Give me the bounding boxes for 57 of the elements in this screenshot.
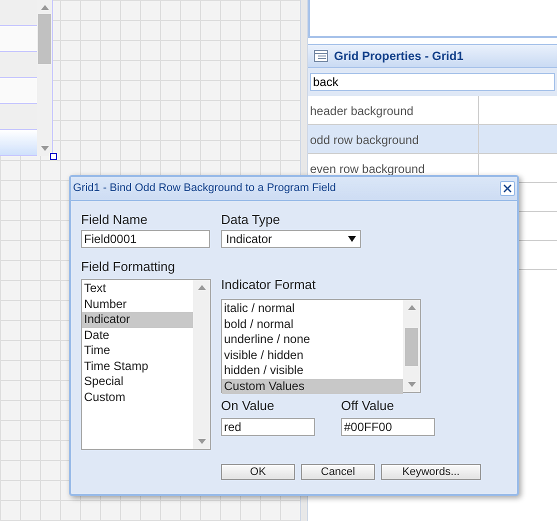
field-label: Field Name xyxy=(81,212,148,228)
close-button[interactable] xyxy=(500,181,515,196)
list-item[interactable]: hidden / visible xyxy=(222,363,403,378)
scroll-thumb[interactable] xyxy=(38,14,51,64)
list-item[interactable]: Number xyxy=(82,296,193,312)
property-name: header background xyxy=(308,96,479,124)
close-icon xyxy=(503,184,512,193)
caret-icon xyxy=(348,236,356,242)
scroll-up-icon[interactable] xyxy=(198,285,206,290)
grid-row[interactable] xyxy=(0,26,37,52)
list-item[interactable]: Time xyxy=(82,343,193,358)
field-label: Off Value xyxy=(341,398,395,414)
grid-row[interactable] xyxy=(0,52,37,78)
list-item[interactable]: Date xyxy=(82,328,193,343)
grid-row[interactable] xyxy=(0,130,37,156)
scrollbar[interactable] xyxy=(403,300,420,392)
scroll-down-icon[interactable] xyxy=(408,382,416,387)
list-item[interactable]: Text xyxy=(82,281,193,296)
property-name: odd row background xyxy=(308,125,479,153)
dialog-title: Grid1 - Bind Odd Row Background to a Program Field xyxy=(73,181,336,196)
scroll-up-icon[interactable] xyxy=(408,305,416,310)
field-label: Field Formatting xyxy=(81,259,176,275)
property-row[interactable]: odd row background xyxy=(308,125,557,154)
list-item[interactable]: Special xyxy=(82,374,193,390)
data-type-dropdown[interactable]: Indicator xyxy=(221,230,361,248)
list-item[interactable]: visible / hidden xyxy=(222,348,403,363)
field-label: On Value xyxy=(221,398,276,414)
panel-title: Grid Properties - Grid1 xyxy=(334,48,464,65)
dialog-button[interactable]: OK xyxy=(221,464,295,480)
input-field[interactable]: Field0001 xyxy=(81,230,210,248)
field-label: Indicator Format xyxy=(221,277,317,293)
list-item[interactable]: Custom Values xyxy=(222,378,403,394)
property-row[interactable]: header background xyxy=(308,96,557,125)
scrollbar[interactable] xyxy=(37,0,52,156)
grid-row[interactable] xyxy=(0,0,37,26)
filter-field[interactable]: back xyxy=(310,73,555,91)
list-item[interactable]: Indicator xyxy=(82,312,193,328)
list-box[interactable]: italic / normal bold / normal underline / none visible / hidden hidden / visible Custom Values xyxy=(221,299,421,393)
list-item[interactable]: Time Stamp xyxy=(82,358,193,374)
dialog-button[interactable]: Keywords... xyxy=(381,464,481,480)
scroll-down-icon[interactable] xyxy=(198,439,206,444)
input-field[interactable]: red xyxy=(221,418,315,436)
scroll-up-icon[interactable] xyxy=(40,5,48,10)
list-box[interactable]: Text Number Indicator Date Time Time Stamp Special Custom xyxy=(81,279,211,450)
dialog-button[interactable]: Cancel xyxy=(301,464,375,480)
list-item[interactable]: bold / normal xyxy=(222,316,403,332)
input-field[interactable]: #00FF00 xyxy=(341,418,435,436)
table-icon xyxy=(314,50,328,62)
list-item[interactable]: Custom xyxy=(82,390,193,405)
grid-row[interactable] xyxy=(0,104,37,130)
field-label: Data Type xyxy=(221,212,282,228)
scrollbar[interactable] xyxy=(193,280,210,449)
scroll-thumb[interactable] xyxy=(405,328,418,366)
list-item[interactable]: underline / none xyxy=(222,332,403,348)
grid-row[interactable] xyxy=(0,78,37,104)
resize-handle[interactable] xyxy=(50,153,57,160)
list-item[interactable]: italic / normal xyxy=(222,301,403,316)
